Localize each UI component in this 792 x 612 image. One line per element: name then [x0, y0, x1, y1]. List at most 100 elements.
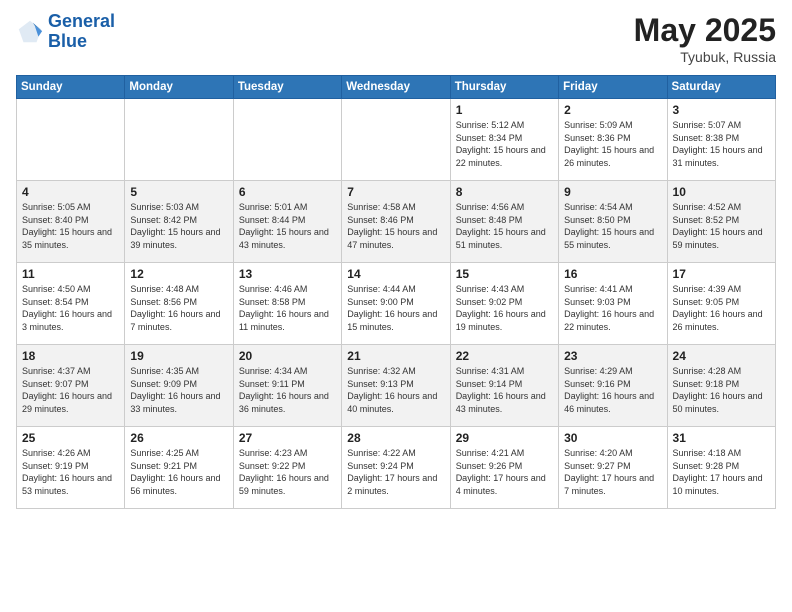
day-info: Sunrise: 4:31 AM Sunset: 9:14 PM Dayligh…	[456, 365, 553, 415]
table-row: 8Sunrise: 4:56 AM Sunset: 8:48 PM Daylig…	[450, 181, 558, 263]
table-row: 23 Sunrise: 4:29 AM Sunset: 9:16 PM Dayli…	[559, 345, 667, 427]
logo-icon	[16, 18, 44, 46]
day-number: 1	[456, 103, 553, 117]
table-row	[342, 99, 450, 181]
day-info: Sunrise: 4:34 AM Sunset: 9:11 PM Dayligh…	[239, 365, 336, 415]
calendar-week-row: 11 Sunrise: 4:50 AM Sunset: 8:54 PM Dayli…	[17, 263, 776, 345]
day-info: Sunrise: 4:23 AM Sunset: 9:22 PM Dayligh…	[239, 447, 336, 497]
day-info: Sunrise: 4:52 AM Sunset: 8:52 PM Dayligh…	[673, 201, 770, 251]
table-row: 29 Sunrise: 4:21 AM Sunset: 9:26 PM Dayli…	[450, 427, 558, 509]
day-info: Sunrise: 4:21 AM Sunset: 9:26 PM Dayligh…	[456, 447, 553, 497]
day-info: Sunrise: 4:44 AM Sunset: 9:00 PM Dayligh…	[347, 283, 444, 333]
table-row: 26 Sunrise: 4:25 AM Sunset: 9:21 PM Dayli…	[125, 427, 233, 509]
table-row: 16Sunrise: 4:41 AM Sunset: 9:03 PM Dayli…	[559, 263, 667, 345]
day-info: Sunrise: 4:50 AM Sunset: 8:54 PM Dayligh…	[22, 283, 119, 333]
table-row: 1 Sunrise: 5:12 AM Sunset: 8:34 PM Daylig…	[450, 99, 558, 181]
table-row: 5 Sunrise: 5:03 AM Sunset: 8:42 PM Daylig…	[125, 181, 233, 263]
col-monday: Monday	[125, 76, 233, 99]
day-info: Sunrise: 5:01 AM Sunset: 8:44 PM Dayligh…	[239, 201, 336, 251]
day-number: 20	[239, 349, 336, 363]
day-number: 17	[673, 267, 770, 281]
table-row: 4 Sunrise: 5:05 AM Sunset: 8:40 PM Daylig…	[17, 181, 125, 263]
page: General Blue May 2025 Tyubuk, Russia Sun…	[0, 0, 792, 612]
day-number: 29	[456, 431, 553, 445]
day-number: 3	[673, 103, 770, 117]
table-row	[233, 99, 341, 181]
day-info: Sunrise: 5:09 AM Sunset: 8:36 PM Dayligh…	[564, 119, 661, 169]
day-info: Sunrise: 4:46 AM Sunset: 8:58 PM Dayligh…	[239, 283, 336, 333]
calendar-week-row: 1 Sunrise: 5:12 AM Sunset: 8:34 PM Daylig…	[17, 99, 776, 181]
logo: General Blue	[16, 12, 115, 52]
day-info: Sunrise: 4:18 AM Sunset: 9:28 PM Dayligh…	[673, 447, 770, 497]
table-row: 7 Sunrise: 4:58 AM Sunset: 8:46 PM Daylig…	[342, 181, 450, 263]
day-info: Sunrise: 5:05 AM Sunset: 8:40 PM Dayligh…	[22, 201, 119, 251]
day-info: Sunrise: 4:35 AM Sunset: 9:09 PM Dayligh…	[130, 365, 227, 415]
day-number: 10	[673, 185, 770, 199]
day-number: 26	[130, 431, 227, 445]
day-number: 31	[673, 431, 770, 445]
table-row: 22 Sunrise: 4:31 AM Sunset: 9:14 PM Dayli…	[450, 345, 558, 427]
table-row: 31 Sunrise: 4:18 AM Sunset: 9:28 PM Dayli…	[667, 427, 775, 509]
day-number: 12	[130, 267, 227, 281]
title-block: May 2025 Tyubuk, Russia	[634, 12, 776, 65]
day-number: 23	[564, 349, 661, 363]
day-info: Sunrise: 4:28 AM Sunset: 9:18 PM Dayligh…	[673, 365, 770, 415]
day-number: 5	[130, 185, 227, 199]
day-info: Sunrise: 5:12 AM Sunset: 8:34 PM Dayligh…	[456, 119, 553, 169]
day-info: Sunrise: 4:25 AM Sunset: 9:21 PM Dayligh…	[130, 447, 227, 497]
col-sunday: Sunday	[17, 76, 125, 99]
day-number: 30	[564, 431, 661, 445]
day-info: Sunrise: 5:03 AM Sunset: 8:42 PM Dayligh…	[130, 201, 227, 251]
title-location: Tyubuk, Russia	[634, 49, 776, 65]
day-number: 27	[239, 431, 336, 445]
day-info: Sunrise: 4:48 AM Sunset: 8:56 PM Dayligh…	[130, 283, 227, 333]
day-number: 24	[673, 349, 770, 363]
logo-text: General Blue	[48, 12, 115, 52]
calendar-table: Sunday Monday Tuesday Wednesday Thursday…	[16, 75, 776, 509]
day-info: Sunrise: 4:56 AM Sunset: 8:48 PM Dayligh…	[456, 201, 553, 251]
table-row: 27 Sunrise: 4:23 AM Sunset: 9:22 PM Dayli…	[233, 427, 341, 509]
table-row: 12 Sunrise: 4:48 AM Sunset: 8:56 PM Dayli…	[125, 263, 233, 345]
table-row: 10 Sunrise: 4:52 AM Sunset: 8:52 PM Dayli…	[667, 181, 775, 263]
col-wednesday: Wednesday	[342, 76, 450, 99]
table-row: 3Sunrise: 5:07 AM Sunset: 8:38 PM Daylig…	[667, 99, 775, 181]
calendar-header-row: Sunday Monday Tuesday Wednesday Thursday…	[17, 76, 776, 99]
table-row: 6Sunrise: 5:01 AM Sunset: 8:44 PM Daylig…	[233, 181, 341, 263]
logo-line2: Blue	[48, 32, 115, 52]
table-row	[17, 99, 125, 181]
table-row: 21Sunrise: 4:32 AM Sunset: 9:13 PM Dayli…	[342, 345, 450, 427]
day-number: 9	[564, 185, 661, 199]
day-info: Sunrise: 4:58 AM Sunset: 8:46 PM Dayligh…	[347, 201, 444, 251]
day-info: Sunrise: 4:22 AM Sunset: 9:24 PM Dayligh…	[347, 447, 444, 497]
day-number: 22	[456, 349, 553, 363]
table-row: 2Sunrise: 5:09 AM Sunset: 8:36 PM Daylig…	[559, 99, 667, 181]
calendar-week-row: 4 Sunrise: 5:05 AM Sunset: 8:40 PM Daylig…	[17, 181, 776, 263]
day-info: Sunrise: 4:26 AM Sunset: 9:19 PM Dayligh…	[22, 447, 119, 497]
col-tuesday: Tuesday	[233, 76, 341, 99]
calendar-week-row: 18Sunrise: 4:37 AM Sunset: 9:07 PM Dayli…	[17, 345, 776, 427]
day-number: 11	[22, 267, 119, 281]
day-number: 7	[347, 185, 444, 199]
table-row: 11 Sunrise: 4:50 AM Sunset: 8:54 PM Dayli…	[17, 263, 125, 345]
table-row: 28 Sunrise: 4:22 AM Sunset: 9:24 PM Dayli…	[342, 427, 450, 509]
table-row: 14Sunrise: 4:44 AM Sunset: 9:00 PM Dayli…	[342, 263, 450, 345]
table-row: 20 Sunrise: 4:34 AM Sunset: 9:11 PM Dayli…	[233, 345, 341, 427]
day-number: 25	[22, 431, 119, 445]
header: General Blue May 2025 Tyubuk, Russia	[16, 12, 776, 65]
day-number: 19	[130, 349, 227, 363]
day-info: Sunrise: 4:43 AM Sunset: 9:02 PM Dayligh…	[456, 283, 553, 333]
table-row: 17Sunrise: 4:39 AM Sunset: 9:05 PM Dayli…	[667, 263, 775, 345]
logo-line1: General	[48, 12, 115, 32]
table-row: 19 Sunrise: 4:35 AM Sunset: 9:09 PM Dayli…	[125, 345, 233, 427]
col-saturday: Saturday	[667, 76, 775, 99]
col-friday: Friday	[559, 76, 667, 99]
day-number: 28	[347, 431, 444, 445]
day-info: Sunrise: 4:20 AM Sunset: 9:27 PM Dayligh…	[564, 447, 661, 497]
table-row: 25 Sunrise: 4:26 AM Sunset: 9:19 PM Dayli…	[17, 427, 125, 509]
day-number: 16	[564, 267, 661, 281]
day-number: 4	[22, 185, 119, 199]
table-row: 30 Sunrise: 4:20 AM Sunset: 9:27 PM Dayli…	[559, 427, 667, 509]
title-month: May 2025	[634, 12, 776, 49]
day-info: Sunrise: 4:29 AM Sunset: 9:16 PM Dayligh…	[564, 365, 661, 415]
day-info: Sunrise: 4:32 AM Sunset: 9:13 PM Dayligh…	[347, 365, 444, 415]
